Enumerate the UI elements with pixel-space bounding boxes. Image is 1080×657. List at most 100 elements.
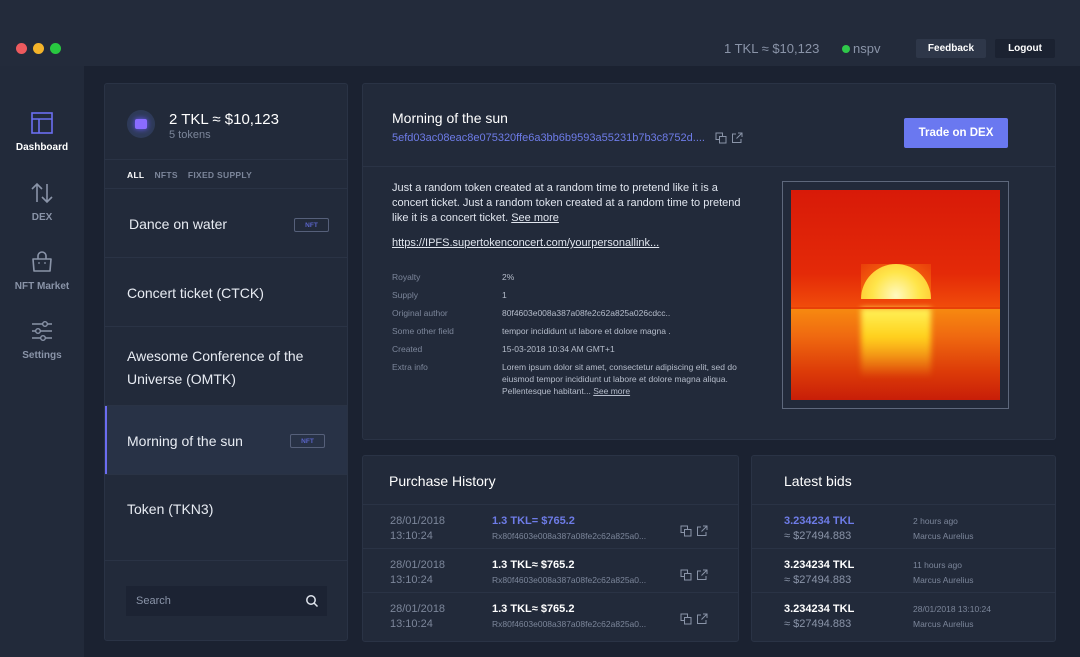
purchase-datetime: 28/01/2018 13:10:24 bbox=[390, 515, 446, 542]
copy-icon[interactable] bbox=[680, 613, 692, 625]
property-key: Extra info bbox=[392, 362, 428, 372]
logout-button[interactable]: Logout bbox=[995, 39, 1055, 58]
bid-usd: ≈ $27494.883 bbox=[784, 618, 852, 630]
nav-label: NFT Market bbox=[14, 281, 70, 292]
username: nspv bbox=[853, 41, 881, 56]
purchase-datetime: 28/01/2018 13:10:24 bbox=[390, 559, 446, 586]
nav-item-dashboard[interactable]: Dashboard bbox=[0, 110, 84, 153]
property-value: 15-03-2018 10:34 AM GMT+1 bbox=[502, 344, 615, 354]
bid-row: 3.234234 TKL ≈ $27494.883 11 hours ago M… bbox=[752, 548, 1055, 592]
history-row: 28/01/2018 13:10:24 1.3 TKL≈ $765.2 Rx80f… bbox=[363, 592, 738, 636]
section-title: Latest bids bbox=[784, 473, 852, 489]
bid-time: 2 hours ago bbox=[913, 516, 958, 526]
token-item[interactable]: Awesome Conference of the Universe (OMTK… bbox=[105, 326, 347, 405]
history-row: 28/01/2018 13:10:24 1.3 TKL≈ $765.2 Rx80f… bbox=[363, 548, 738, 592]
token-list: Dance on water NFT Concert ticket (CTCK)… bbox=[105, 188, 347, 560]
filter-nfts[interactable]: NFTS bbox=[154, 170, 177, 180]
bid-amount: 3.234234 TKL bbox=[784, 515, 855, 527]
purchase-amount: 1.3 TKL≈ $765.2 bbox=[492, 603, 575, 615]
bid-time: 28/01/2018 13:10:24 bbox=[913, 604, 991, 614]
trade-on-dex-button[interactable]: Trade on DEX bbox=[904, 118, 1008, 148]
bid-user: Marcus Aurelius bbox=[913, 575, 974, 585]
ipfs-link[interactable]: https://IPFS.supertokenconcert.com/yourp… bbox=[392, 237, 659, 249]
detail-header: Morning of the sun 5efd03ac08eac8e075320… bbox=[363, 84, 1055, 167]
nav-label: Settings bbox=[22, 350, 62, 361]
maximize-window-button[interactable] bbox=[50, 43, 61, 54]
copy-icon[interactable] bbox=[715, 132, 727, 144]
property-row: Some other field tempor incididunt ut lab… bbox=[392, 325, 752, 337]
exchange-rate: 1 TKL ≈ $10,123 bbox=[724, 41, 820, 56]
property-key: Created bbox=[392, 344, 423, 354]
token-count: 5 tokens bbox=[169, 129, 211, 141]
see-more-link[interactable]: See more bbox=[511, 212, 559, 224]
history-row: 28/01/2018 13:10:24 1.3 TKL= $765.2 Rx80f… bbox=[363, 504, 738, 548]
property-key: Some other field bbox=[392, 326, 454, 336]
close-window-button[interactable] bbox=[16, 43, 27, 54]
property-row: Extra info Lorem ipsum dolor sit amet, co… bbox=[392, 361, 752, 397]
search-input[interactable] bbox=[126, 586, 296, 616]
top-bar: 1 TKL ≈ $10,123 nspv Feedback Logout bbox=[0, 0, 1080, 66]
image-horizon bbox=[791, 307, 1000, 309]
token-name: Concert ticket (CTCK) bbox=[127, 285, 264, 301]
wallet-summary: 2 TKL ≈ $10,123 5 tokens bbox=[105, 84, 347, 158]
external-link-icon[interactable] bbox=[696, 569, 708, 581]
sliders-icon bbox=[32, 321, 52, 342]
online-status-icon bbox=[842, 44, 850, 53]
property-key: Original author bbox=[392, 308, 448, 318]
nav-label: Dashboard bbox=[15, 142, 69, 153]
token-item-selected[interactable]: Morning of the sun NFT bbox=[105, 405, 347, 474]
bid-amount: 3.234234 TKL bbox=[784, 559, 855, 571]
bid-user: Marcus Aurelius bbox=[913, 531, 974, 541]
token-detail-panel: Morning of the sun 5efd03ac08eac8e075320… bbox=[362, 83, 1056, 440]
bid-amount: 3.234234 TKL bbox=[784, 603, 855, 615]
search-icon[interactable] bbox=[305, 594, 319, 608]
filter-fixed-supply[interactable]: FIXED SUPPLY bbox=[188, 170, 252, 180]
nft-image-frame bbox=[782, 181, 1009, 409]
token-name: Morning of the sun bbox=[127, 433, 243, 449]
history-rows: 28/01/2018 13:10:24 1.3 TKL= $765.2 Rx80f… bbox=[363, 504, 738, 636]
token-properties: Royalty 2% Supply 1 Original author 80f4603… bbox=[392, 271, 752, 403]
external-link-icon[interactable] bbox=[696, 525, 708, 537]
filter-all[interactable]: ALL bbox=[127, 170, 144, 180]
bid-usd: ≈ $27494.883 bbox=[784, 530, 852, 542]
shopping-bag-icon bbox=[32, 251, 52, 272]
bid-row: 3.234234 TKL ≈ $27494.883 28/01/2018 13:… bbox=[752, 592, 1055, 636]
property-value: Lorem ipsum dolor sit amet, consectetur … bbox=[502, 361, 752, 397]
window-controls bbox=[16, 43, 61, 54]
bid-usd: ≈ $27494.883 bbox=[784, 574, 852, 586]
property-row: Supply 1 bbox=[392, 289, 752, 301]
nft-badge: NFT bbox=[294, 218, 329, 232]
description-text: Just a random token created at a random … bbox=[392, 182, 741, 224]
extra-info-see-more-link[interactable]: See more bbox=[593, 386, 630, 396]
token-list-panel: 2 TKL ≈ $10,123 5 tokens ALL NFTS FIXED … bbox=[104, 83, 348, 641]
token-item[interactable]: Dance on water NFT bbox=[105, 188, 347, 257]
nav-label: DEX bbox=[31, 212, 53, 223]
bid-row: 3.234234 TKL ≈ $27494.883 2 hours ago Ma… bbox=[752, 504, 1055, 548]
section-title: Purchase History bbox=[389, 473, 496, 489]
copy-icon[interactable] bbox=[680, 569, 692, 581]
nav-item-dex[interactable]: DEX bbox=[0, 180, 84, 223]
token-item[interactable]: Concert ticket (CTCK) bbox=[105, 257, 347, 326]
token-title: Morning of the sun bbox=[392, 110, 508, 126]
token-item[interactable]: Token (TKN3) bbox=[105, 474, 347, 560]
external-link-icon[interactable] bbox=[696, 613, 708, 625]
token-name: Awesome Conference of the Universe (OMTK… bbox=[127, 348, 304, 387]
token-hash[interactable]: 5efd03ac08eac8e075320ffe6a3bb6b9593a5523… bbox=[392, 132, 705, 144]
bid-user: Marcus Aurelius bbox=[913, 619, 974, 629]
row-actions bbox=[680, 525, 708, 537]
bid-time: 11 hours ago bbox=[913, 560, 962, 570]
nav-item-settings[interactable]: Settings bbox=[0, 318, 84, 361]
property-value: 1 bbox=[502, 290, 507, 300]
nft-image[interactable] bbox=[791, 190, 1000, 400]
nav-item-nft-market[interactable]: NFT Market bbox=[0, 249, 84, 292]
token-filters: ALL NFTS FIXED SUPPLY bbox=[105, 159, 347, 189]
external-link-icon[interactable] bbox=[731, 132, 743, 144]
purchase-history-panel: Purchase History 28/01/2018 13:10:24 1.3 … bbox=[362, 455, 739, 642]
feedback-button[interactable]: Feedback bbox=[916, 39, 986, 58]
row-actions bbox=[680, 569, 708, 581]
nav-sidebar: Dashboard DEX NFT Market Settings bbox=[0, 66, 84, 657]
minimize-window-button[interactable] bbox=[33, 43, 44, 54]
purchase-hash: Rx80f4603e008a387a08fe2c62a825a0... bbox=[492, 619, 647, 629]
token-description: Just a random token created at a random … bbox=[392, 181, 747, 226]
copy-icon[interactable] bbox=[680, 525, 692, 537]
